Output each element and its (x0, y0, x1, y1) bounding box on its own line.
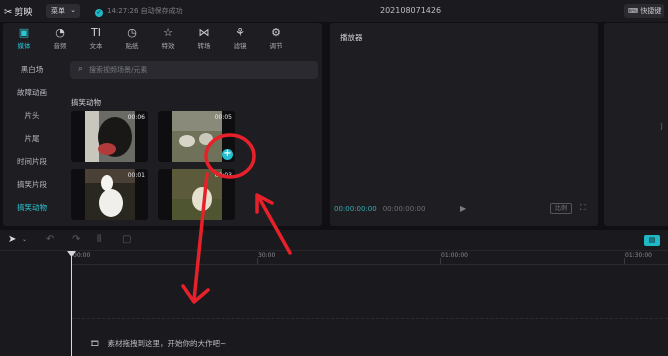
tab-transition[interactable]: ⋈ 转场 (187, 26, 221, 50)
delete-icon[interactable]: ▢ (122, 234, 131, 245)
chevron-down-icon[interactable]: ⌄ (22, 236, 27, 243)
properties-panel (604, 23, 668, 226)
current-time: 00:00:00:00 (334, 205, 377, 213)
effects-icon: ☆ (163, 26, 173, 39)
clip-card[interactable]: 00:01 (71, 169, 148, 220)
sidebar-item-outro[interactable]: 片尾 (3, 133, 61, 144)
main-track-drop-zone[interactable] (72, 318, 668, 356)
undo-icon[interactable]: ↶ (46, 234, 54, 245)
save-status: ✓ 14:27:26 自动保存成功 (95, 6, 183, 17)
clip-card[interactable]: 00:06 (71, 111, 148, 162)
sidebar-item-glitch[interactable]: 故障动画 (3, 87, 61, 98)
player-title: 播放器 (340, 33, 363, 42)
ruler-label: 01:00:00 (441, 252, 468, 259)
transition-icon: ⋈ (198, 26, 210, 39)
ruler-tick (257, 258, 258, 264)
tab-filter[interactable]: ⚘ 滤镜 (223, 26, 257, 50)
menu-label: 菜单 (51, 7, 65, 15)
fullscreen-icon[interactable]: ⛶ (580, 203, 586, 213)
clip-duration: 00:03 (214, 172, 232, 179)
menu-button[interactable]: 菜单 ⌄ (46, 4, 80, 18)
tab-media[interactable]: ▣ 媒体 (7, 26, 41, 50)
sticker-icon: ◷ (127, 26, 137, 39)
clip-card[interactable]: 00:03 (158, 169, 235, 220)
media-icon: ▣ (18, 26, 30, 39)
sidebar-item-funny-clips[interactable]: 搞笑片段 (3, 179, 61, 190)
redo-icon[interactable]: ↷ (72, 234, 80, 245)
section-title: 搞笑动物 (71, 98, 101, 107)
save-status-text: 14:27:26 自动保存成功 (107, 7, 183, 15)
shortcut-label: 快捷键 (640, 7, 662, 15)
text-icon: TI (91, 26, 101, 39)
player-panel (330, 23, 598, 226)
search-icon: ⌕ (78, 64, 84, 74)
sidebar-item-black-white[interactable]: 黑白场 (3, 64, 61, 75)
tab-effects[interactable]: ☆ 特效 (151, 26, 185, 50)
media-toolbar: ▣ 媒体 ◔ 音频 TI 文本 ◷ 贴纸 ☆ 特效 ⋈ 转场 ⚘ 滤镜 ⚙ 调节 (3, 23, 322, 51)
tab-adjust[interactable]: ⚙ 调节 (259, 26, 293, 50)
shortcut-button[interactable]: ⌨ 快捷键 (624, 4, 664, 18)
clip-duration: 00:05 (214, 114, 232, 121)
drop-hint: 🎞 素材拖拽到这里，开始你的大作吧~ (90, 338, 226, 349)
adjust-icon: ⚙ (271, 26, 281, 39)
clip-duration: 00:01 (127, 172, 145, 179)
ruler-label: 00:00 (73, 252, 91, 259)
select-cursor-icon[interactable]: ➤ (8, 234, 16, 245)
chevron-down-icon: ⌄ (70, 6, 76, 14)
ratio-button[interactable]: 比例 (550, 203, 572, 214)
category-sidebar: 黑白场 故障动画 片头 片尾 时间片段 搞笑片段 搞笑动物 (3, 52, 61, 226)
drop-hint-text: 素材拖拽到这里，开始你的大作吧~ (107, 339, 227, 348)
sidebar-item-funny-animals[interactable]: 搞笑动物 (3, 202, 61, 213)
app-logo: ✂ 剪映 (4, 5, 32, 18)
app-name: 剪映 (14, 8, 33, 18)
collapse-panel-icon[interactable]: ⟩ (660, 122, 663, 131)
filter-icon: ⚘ (235, 26, 245, 39)
add-to-track-button[interactable]: + (222, 149, 233, 160)
search-input[interactable] (89, 61, 309, 79)
player-timecode: 00:00:00:00 00:00:00:00 (334, 205, 425, 213)
ruler-tick (624, 258, 625, 264)
project-name: 202108071426 (380, 6, 442, 15)
tab-audio[interactable]: ◔ 音频 (43, 26, 77, 50)
keyboard-icon: ⌨ (628, 7, 641, 15)
check-icon: ✓ (95, 9, 103, 17)
tab-text[interactable]: TI 文本 (79, 26, 113, 50)
sidebar-item-time-clips[interactable]: 时间片段 (3, 156, 61, 167)
audio-icon: ◔ (55, 26, 65, 39)
timeline-mode-icon[interactable]: ▤ (644, 235, 660, 246)
sidebar-item-intro[interactable]: 片头 (3, 110, 61, 121)
capcut-logo-icon: ✂ (4, 7, 13, 18)
play-icon[interactable]: ▶ (460, 204, 466, 213)
tab-sticker[interactable]: ◷ 贴纸 (115, 26, 149, 50)
ruler-label: 01:30:00 (625, 252, 652, 259)
ruler-label: 30:00 (258, 252, 276, 259)
ruler-tick (440, 258, 441, 264)
time-ruler (72, 251, 668, 265)
clip-duration: 00:06 (127, 114, 145, 121)
film-icon: 🎞 (90, 339, 100, 348)
total-time: 00:00:00:00 (382, 205, 426, 213)
split-icon[interactable]: ⫴ (97, 234, 101, 245)
